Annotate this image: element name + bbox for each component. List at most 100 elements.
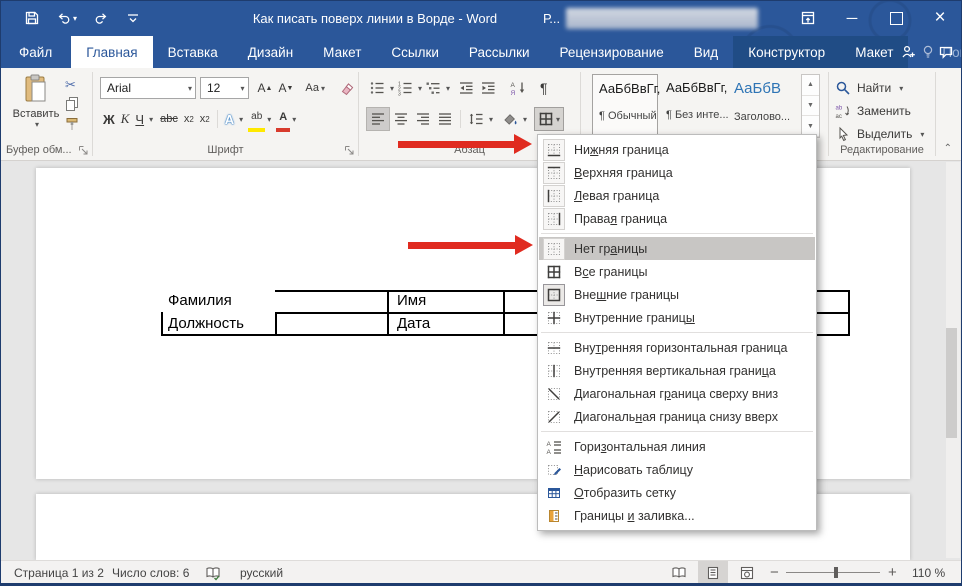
font-color-button[interactable]: А xyxy=(276,106,290,132)
style-card[interactable]: АаБбВ Заголово... xyxy=(728,74,794,136)
paste-dropdown-arrow[interactable]: ▾ xyxy=(35,120,39,129)
tab-Рассылки[interactable]: Рассылки xyxy=(454,36,545,68)
styles-scroll-down-icon[interactable]: ▼ xyxy=(802,96,819,117)
underline-dropdown-arrow[interactable]: ▾ xyxy=(149,115,153,124)
underline-button[interactable]: Ч xyxy=(132,108,147,130)
align-justify-icon[interactable] xyxy=(434,108,456,130)
font-family-combobox[interactable]: Arial▾ xyxy=(100,77,196,99)
change-case-button[interactable]: Аа▾ xyxy=(302,77,328,99)
clear-formatting-icon[interactable] xyxy=(336,77,358,99)
minimize-button[interactable]: ─ xyxy=(830,0,874,36)
zoom-out-button[interactable]: − xyxy=(770,561,779,584)
style-card[interactable]: АаБбВвГг, ¶ Без инте... xyxy=(660,74,726,136)
subscript-button[interactable]: х2 xyxy=(181,108,197,130)
borders-button[interactable]: ▾ xyxy=(534,107,564,131)
font-color-arrow[interactable]: ▾ xyxy=(292,115,296,124)
zoom-slider-thumb[interactable] xyxy=(834,567,838,578)
zoom-slider-track[interactable] xyxy=(786,572,880,573)
grow-font-button[interactable]: А▲ xyxy=(255,77,276,99)
language-indicator[interactable]: русский xyxy=(240,561,283,584)
text-effects-arrow[interactable]: ▾ xyxy=(239,115,243,124)
styles-scroll-up-icon[interactable]: ▲ xyxy=(802,75,819,96)
web-layout-icon[interactable] xyxy=(732,561,762,584)
read-mode-icon[interactable] xyxy=(664,561,694,584)
comments-icon[interactable] xyxy=(938,44,954,60)
font-dialog-launcher-icon[interactable] xyxy=(343,144,355,156)
borders-dropdown-arrow[interactable]: ▾ xyxy=(556,115,560,124)
maximize-button[interactable] xyxy=(874,0,918,36)
menu-item-view-gridlines[interactable]: Отобразить сетку xyxy=(539,481,815,504)
menu-item-border-inside-h[interactable]: Внутренняя горизонтальная граница xyxy=(539,336,815,359)
align-center-icon[interactable] xyxy=(390,108,412,130)
word-count[interactable]: Число слов: 6 xyxy=(112,561,189,584)
multilevel-list-icon[interactable] xyxy=(422,77,444,99)
tab-Главная[interactable]: Главная xyxy=(71,36,152,68)
menu-item-border-inside[interactable]: Внутренние границы xyxy=(539,306,815,329)
menu-item-borders-shading[interactable]: Границы и заливка... xyxy=(539,504,815,527)
redo-icon[interactable] xyxy=(93,10,109,26)
show-marks-button[interactable]: ¶ xyxy=(537,77,551,99)
bullets-icon[interactable] xyxy=(366,77,388,99)
styles-scroll[interactable]: ▲ ▼ ▼ xyxy=(801,74,820,138)
table-cell-text[interactable]: Имя xyxy=(397,292,426,309)
tab-Макет[interactable]: Макет xyxy=(308,36,376,68)
highlight-color-button[interactable]: ab xyxy=(248,106,265,132)
copy-icon[interactable] xyxy=(64,96,80,112)
tab-file[interactable]: Файл xyxy=(0,36,71,68)
align-left-icon[interactable] xyxy=(366,107,390,131)
replace-button[interactable]: abac Заменить xyxy=(835,101,911,121)
menu-item-border-none[interactable]: Нет границы xyxy=(539,237,815,260)
text-effects-button[interactable]: А xyxy=(222,108,237,130)
menu-item-border-top[interactable]: Верхняя граница xyxy=(539,161,815,184)
bold-button[interactable]: Ж xyxy=(100,108,118,130)
customize-qat-icon[interactable] xyxy=(125,10,141,26)
decrease-indent-icon[interactable] xyxy=(455,77,477,99)
numbering-icon[interactable]: 123 xyxy=(394,77,416,99)
undo-icon[interactable]: ▾ xyxy=(56,10,77,26)
save-icon[interactable] xyxy=(24,10,40,26)
cut-icon[interactable]: ✂ xyxy=(64,76,80,92)
highlight-arrow[interactable]: ▾ xyxy=(267,115,271,124)
superscript-button[interactable]: х2 xyxy=(197,108,213,130)
font-size-combobox[interactable]: 12▾ xyxy=(200,77,249,99)
increase-indent-icon[interactable] xyxy=(477,77,499,99)
print-layout-icon[interactable] xyxy=(698,561,728,584)
tab-Ссылки[interactable]: Ссылки xyxy=(376,36,454,68)
italic-button[interactable]: К xyxy=(118,108,133,130)
menu-item-border-inside-v[interactable]: Внутренняя вертикальная граница xyxy=(539,359,815,382)
menu-item-border-all[interactable]: Все границы xyxy=(539,260,815,283)
menu-item-border-outside[interactable]: Внешние границы xyxy=(539,283,815,306)
zoom-level[interactable]: 110 % xyxy=(912,561,945,584)
page-indicator[interactable]: Страница 1 из 2 xyxy=(14,561,104,584)
find-button[interactable]: Найти▾ xyxy=(835,78,903,98)
tab-Вид[interactable]: Вид xyxy=(679,36,733,68)
scrollbar-thumb[interactable] xyxy=(946,328,957,438)
align-right-icon[interactable] xyxy=(412,108,434,130)
collapse-ribbon-icon[interactable]: ⌃ xyxy=(944,143,952,154)
menu-item-border-diag-up[interactable]: Диагональная граница снизу вверх xyxy=(539,405,815,428)
shrink-font-button[interactable]: А▼ xyxy=(275,77,296,99)
style-card[interactable]: АаБбВвГг, ¶ Обычный xyxy=(592,74,658,136)
line-spacing-icon[interactable] xyxy=(465,108,487,130)
contextual-tab-Конструктор[interactable]: Конструктор xyxy=(733,36,840,68)
menu-item-border-bottom[interactable]: Нижняя граница xyxy=(539,138,815,161)
paste-button[interactable]: Вставить ▾ xyxy=(10,74,62,150)
share-person-icon[interactable] xyxy=(900,44,916,60)
table-cell-text[interactable]: Дата xyxy=(397,315,430,332)
tab-Вставка[interactable]: Вставка xyxy=(153,36,233,68)
menu-item-border-diag-down[interactable]: Диагональная граница сверху вниз xyxy=(539,382,815,405)
sort-icon[interactable]: АЯ xyxy=(507,77,529,99)
proofing-icon[interactable] xyxy=(205,561,221,584)
contextual-tab-Макет[interactable]: Макет xyxy=(840,36,908,68)
table-cell-text[interactable]: Должность xyxy=(168,315,244,332)
vertical-scrollbar[interactable] xyxy=(946,162,960,558)
shading-icon[interactable] xyxy=(499,108,521,130)
tab-Рецензирование[interactable]: Рецензирование xyxy=(545,36,679,68)
tab-Дизайн[interactable]: Дизайн xyxy=(233,36,308,68)
strikethrough-button[interactable]: abc xyxy=(157,108,181,130)
close-button[interactable]: × xyxy=(918,0,962,36)
ribbon-display-options-icon[interactable] xyxy=(786,0,830,36)
table-cell-text[interactable]: Фамилия xyxy=(168,292,232,309)
menu-item-border-left[interactable]: Левая граница xyxy=(539,184,815,207)
menu-item-draw-table[interactable]: Нарисовать таблицу xyxy=(539,458,815,481)
